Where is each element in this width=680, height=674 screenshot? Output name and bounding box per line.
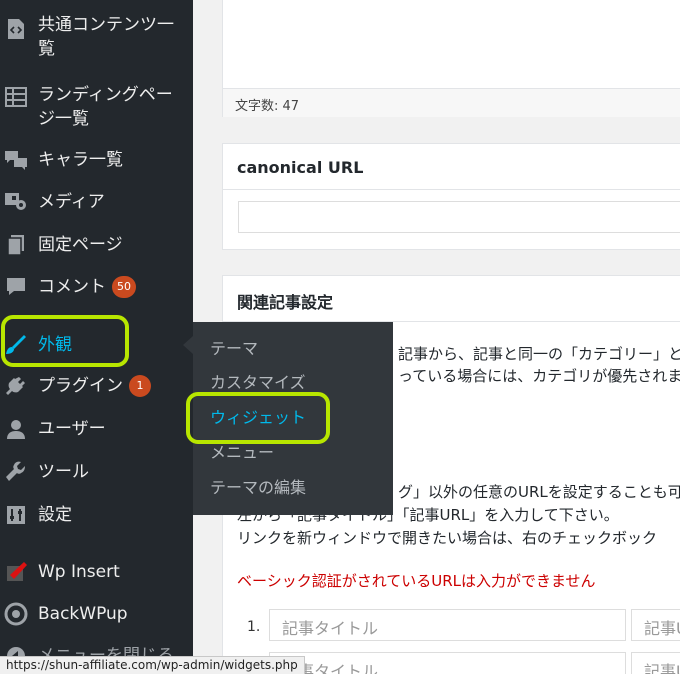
- wp-insert-icon: [4, 560, 28, 584]
- sidebar-item-settings[interactable]: 設定: [0, 503, 193, 529]
- chat-icon: [4, 148, 28, 172]
- canonical-url-input[interactable]: [238, 201, 680, 233]
- sidebar-item-tools[interactable]: ツール: [0, 460, 193, 486]
- sidebar-item-label: 共通コンテンツ一覧: [38, 15, 174, 59]
- sidebar-item-wp-insert[interactable]: Wp Insert: [0, 560, 193, 586]
- media-icon: [4, 190, 28, 214]
- code-icon: [4, 17, 28, 41]
- active-menu-arrow: [183, 336, 193, 354]
- word-count: 文字数: 47: [223, 88, 680, 117]
- sidebar-item-label: キャラ一覧: [38, 150, 123, 170]
- related-description: リンクを新ウィンドウで開きたい場合は、右のチェックボック: [237, 529, 658, 547]
- sidebar-item-label: Wp Insert: [38, 562, 120, 582]
- sidebar-item-label: BackWPup: [38, 604, 128, 624]
- related-description: 記事から、記事と同一の「カテゴリー」と: [398, 345, 680, 363]
- sidebar-item-common-contents[interactable]: 共通コンテンツ一覧: [0, 13, 193, 69]
- canonical-url-title: canonical URL: [237, 158, 364, 177]
- editor-box: 文字数: 47: [222, 0, 680, 117]
- article-title-input[interactable]: 記事タイトル: [269, 652, 626, 674]
- sidebar-item-landing-pages[interactable]: ランディングページ一覧: [0, 83, 193, 139]
- row-number: 1.: [247, 619, 261, 635]
- comment-count-badge: 50: [112, 276, 136, 298]
- sidebar-item-label: ユーザー: [38, 419, 106, 439]
- highlight-widgets: [186, 392, 330, 444]
- sidebar-item-pages[interactable]: 固定ページ: [0, 233, 193, 259]
- related-description: グ」以外の任意のURLを設定することも可: [398, 483, 680, 501]
- sidebar-item-plugins[interactable]: プラグイン 1: [0, 374, 193, 400]
- sidebar-item-label: ランディングページ一覧: [38, 85, 173, 129]
- pages-icon: [4, 233, 28, 257]
- article-title-input[interactable]: 記事タイトル: [269, 609, 626, 641]
- table-icon: [4, 85, 28, 109]
- divider: [223, 189, 680, 190]
- browser-status-bar: https://shun-affiliate.com/wp-admin/widg…: [0, 656, 305, 674]
- submenu-themes[interactable]: テーマ: [210, 338, 258, 360]
- sidebar-item-users[interactable]: ユーザー: [0, 417, 193, 443]
- sidebar-item-characters[interactable]: キャラ一覧: [0, 148, 193, 174]
- comment-icon: [4, 275, 28, 299]
- sidebar-item-media[interactable]: メディア: [0, 190, 193, 216]
- settings-icon: [4, 503, 28, 527]
- plugin-update-badge: 1: [129, 375, 151, 397]
- basic-auth-warning: ベーシック認証がされているURLは入力ができません: [237, 572, 596, 590]
- user-icon: [4, 417, 28, 441]
- sidebar-item-label: 設定: [38, 505, 72, 525]
- article-url-input[interactable]: 記事U: [631, 609, 680, 641]
- submenu-theme-editor[interactable]: テーマの編集: [210, 477, 306, 499]
- submenu-customize[interactable]: カスタマイズ: [210, 372, 306, 394]
- canonical-url-box: canonical URL: [222, 143, 680, 250]
- sidebar-item-label: コメント: [38, 277, 106, 297]
- sidebar-item-backwpup[interactable]: BackWPup: [0, 602, 193, 628]
- wrench-icon: [4, 460, 28, 484]
- sidebar-item-comments[interactable]: コメント 50: [0, 275, 193, 301]
- highlight-appearance: [1, 315, 129, 367]
- submenu-menus[interactable]: メニュー: [210, 442, 274, 464]
- sidebar-item-label: プラグイン: [38, 376, 123, 396]
- related-description: っている場合には、カテゴリが優先されま: [398, 367, 680, 385]
- plugin-icon: [4, 374, 28, 398]
- sidebar-item-label: メディア: [38, 192, 105, 212]
- related-articles-title: 関連記事設定: [237, 293, 334, 312]
- sidebar-item-label: 固定ページ: [38, 235, 123, 255]
- sidebar-item-label: ツール: [38, 462, 89, 482]
- backwpup-icon: [4, 602, 28, 626]
- article-url-input[interactable]: 記事U: [631, 652, 680, 674]
